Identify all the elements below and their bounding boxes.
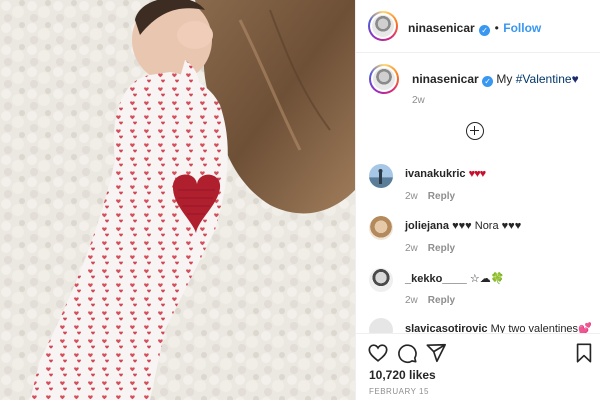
post-photo[interactable]: [0, 0, 355, 400]
verified-badge-icon: ✓: [482, 76, 494, 87]
load-more-comments-icon[interactable]: [466, 122, 484, 140]
person-silhouette-icon: [378, 169, 383, 184]
comment-body: ♥♥♥: [468, 168, 487, 180]
comment-icon[interactable]: [396, 342, 418, 364]
verified-badge-icon: ✓: [479, 25, 491, 36]
commenter-username[interactable]: joliejana: [405, 220, 449, 232]
commenter-avatar[interactable]: [369, 268, 393, 292]
comment-text: joliejana ♥♥♥ Nora ♥♥♥: [405, 220, 521, 232]
instagram-post: ninasenicar ✓ • Follow ninasenicar ✓ My …: [0, 0, 600, 400]
comment-meta: 2w Reply: [405, 243, 465, 254]
reply-button[interactable]: Reply: [428, 243, 455, 254]
post-side-panel: ninasenicar ✓ • Follow ninasenicar ✓ My …: [355, 0, 600, 400]
comment-text: _kekko____ ☆☁🍀: [405, 272, 504, 285]
comment-body: ☆☁🍀: [469, 273, 505, 285]
author-avatar-image: [372, 15, 394, 37]
caption-heart-emoji: ♥: [571, 72, 579, 86]
baby-photo-illustration: [0, 0, 355, 400]
caption-avatar[interactable]: [369, 64, 399, 94]
comment-item: joliejana ♥♥♥ Nora ♥♥♥ 2w Reply: [369, 216, 594, 261]
author-username[interactable]: ninasenicar: [408, 21, 475, 35]
post-date[interactable]: FEBRUARY 15: [369, 387, 429, 396]
bookmark-icon[interactable]: [573, 342, 595, 364]
comment-meta: 2w Reply: [405, 295, 465, 306]
follow-button[interactable]: Follow: [503, 21, 541, 35]
comment-time[interactable]: 2w: [405, 295, 418, 306]
commenter-avatar[interactable]: [369, 164, 393, 188]
post-actions: 10,720 likes FEBRUARY 15: [356, 333, 600, 400]
caption-avatar-image: [373, 68, 395, 90]
likes-count[interactable]: 10,720 likes: [369, 368, 436, 382]
comment-meta: 2w Reply: [405, 191, 465, 202]
caption-prefix: My: [496, 72, 516, 86]
post-caption: ninasenicar ✓ My #Valentine♥ 2w: [369, 64, 594, 114]
heart-outline-icon[interactable]: [367, 342, 389, 364]
caption-username[interactable]: ninasenicar: [412, 72, 479, 86]
caption-hashtag[interactable]: #Valentine: [516, 72, 572, 86]
commenter-avatar[interactable]: [369, 216, 393, 240]
caption-timestamp[interactable]: 2w: [412, 95, 425, 106]
author-avatar[interactable]: [368, 11, 398, 41]
caption-text: ninasenicar ✓ My #Valentine♥: [412, 72, 579, 87]
share-icon[interactable]: [425, 342, 447, 364]
reply-button[interactable]: Reply: [428, 295, 455, 306]
comment-body: ♥♥♥ Nora ♥♥♥: [452, 220, 522, 232]
comment-time[interactable]: 2w: [405, 191, 418, 202]
post-header: ninasenicar ✓ • Follow: [356, 0, 600, 53]
comment-item: ivanakukric ♥♥♥ 2w Reply: [369, 164, 594, 209]
comment-item: _kekko____ ☆☁🍀 2w Reply: [369, 268, 594, 313]
commenter-username[interactable]: ivanakukric: [405, 168, 466, 180]
reply-button[interactable]: Reply: [428, 191, 455, 202]
separator-dot: •: [494, 21, 499, 35]
commenter-username[interactable]: _kekko____: [405, 273, 467, 285]
comment-text: ivanakukric ♥♥♥: [405, 168, 487, 180]
comment-time[interactable]: 2w: [405, 243, 418, 254]
